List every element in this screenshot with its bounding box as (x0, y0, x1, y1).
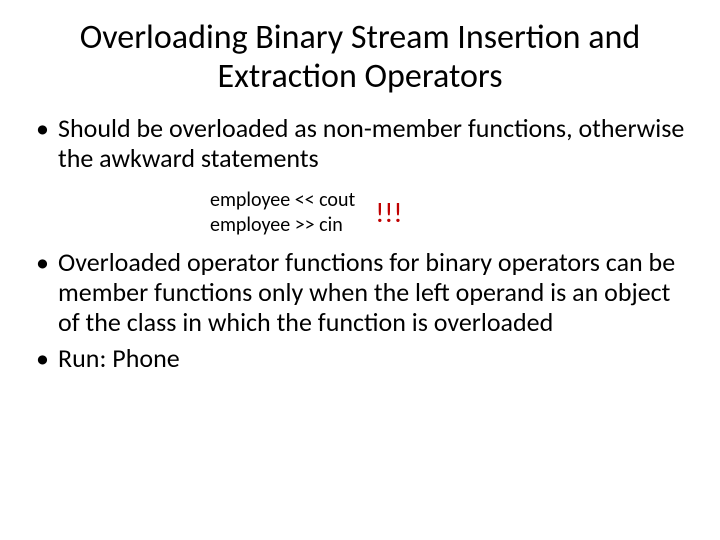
slide-title: Overloading Binary Stream Insertion and … (70, 18, 650, 96)
slide-body: Should be overloaded as non-member funct… (30, 114, 690, 373)
bullet-item-1: Should be overloaded as non-member funct… (30, 114, 690, 174)
code-lines: employee << cout employee >> cin (210, 188, 355, 238)
bullet-list-2: Overloaded operator functions for binary… (30, 248, 690, 374)
bullet-item-3: Run: Phone (30, 344, 690, 374)
bullet-item-2: Overloaded operator functions for binary… (30, 248, 690, 338)
exclamation: !!! (375, 195, 402, 230)
slide: Overloading Binary Stream Insertion and … (0, 0, 720, 540)
bullet-list: Should be overloaded as non-member funct… (30, 114, 690, 174)
code-line-1: employee << cout (210, 188, 355, 212)
code-line-2: employee >> cin (210, 213, 343, 237)
code-block: employee << cout employee >> cin !!! (210, 188, 690, 238)
